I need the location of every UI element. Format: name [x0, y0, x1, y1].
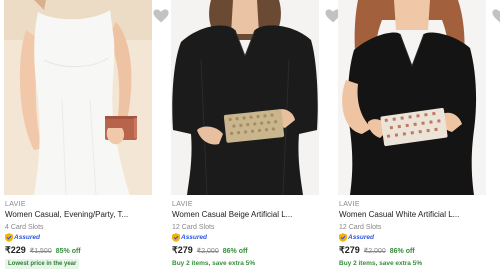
product-card[interactable]: LAVIE Women Casual White Artificial L...… [338, 0, 500, 271]
original-price: ₹1,500 [29, 248, 52, 255]
original-price: ₹2,000 [196, 248, 219, 255]
assured-label: Assured [181, 234, 208, 241]
discount-percent: 85% off [55, 248, 81, 255]
assured-badge-icon [339, 233, 347, 242]
selling-price: ₹229 [5, 245, 26, 255]
assured-badge-icon [5, 233, 13, 242]
heart-icon[interactable] [152, 8, 170, 24]
assured-badge: Assured [339, 233, 374, 242]
bundle-offer: Buy 2 items, save extra 5% [172, 260, 256, 267]
lowest-price-badge: Lowest price in the year [5, 259, 80, 269]
assured-badge: Assured [172, 233, 207, 242]
product-title[interactable]: Women Casual Beige Artificial L... [172, 210, 322, 219]
product-image[interactable] [338, 0, 486, 195]
product-title[interactable]: Women Casual White Artificial L... [339, 210, 489, 219]
assured-badge-icon [172, 233, 180, 242]
selling-price: ₹279 [172, 245, 193, 255]
original-price: ₹2,000 [363, 248, 386, 255]
product-title[interactable]: Women Casual, Evening/Party, T... [5, 210, 155, 219]
product-card-slots: 4 Card Slots [5, 224, 44, 231]
product-card-slots: 12 Card Slots [339, 224, 382, 231]
assured-badge: Assured [5, 233, 40, 242]
product-grid: LAVIE Women Casual, Evening/Party, T... … [0, 0, 500, 271]
price-row: ₹279 ₹2,000 86% off [339, 245, 415, 256]
product-brand: LAVIE [172, 201, 193, 208]
assured-label: Assured [14, 234, 41, 241]
product-card[interactable]: LAVIE Women Casual, Evening/Party, T... … [4, 0, 170, 271]
product-card-slots: 12 Card Slots [172, 224, 215, 231]
bundle-offer: Buy 2 items, save extra 5% [339, 260, 423, 267]
price-row: ₹229 ₹1,500 85% off [5, 245, 81, 256]
selling-price: ₹279 [339, 245, 360, 255]
assured-label: Assured [348, 234, 375, 241]
product-brand: LAVIE [5, 201, 26, 208]
product-brand: LAVIE [339, 201, 360, 208]
heart-icon[interactable] [491, 8, 500, 24]
discount-percent: 86% off [222, 248, 248, 255]
product-image[interactable] [4, 0, 152, 195]
price-row: ₹279 ₹2,000 86% off [172, 245, 248, 256]
product-card[interactable]: LAVIE Women Casual Beige Artificial L...… [171, 0, 342, 271]
discount-percent: 86% off [389, 248, 415, 255]
product-image[interactable] [171, 0, 319, 195]
